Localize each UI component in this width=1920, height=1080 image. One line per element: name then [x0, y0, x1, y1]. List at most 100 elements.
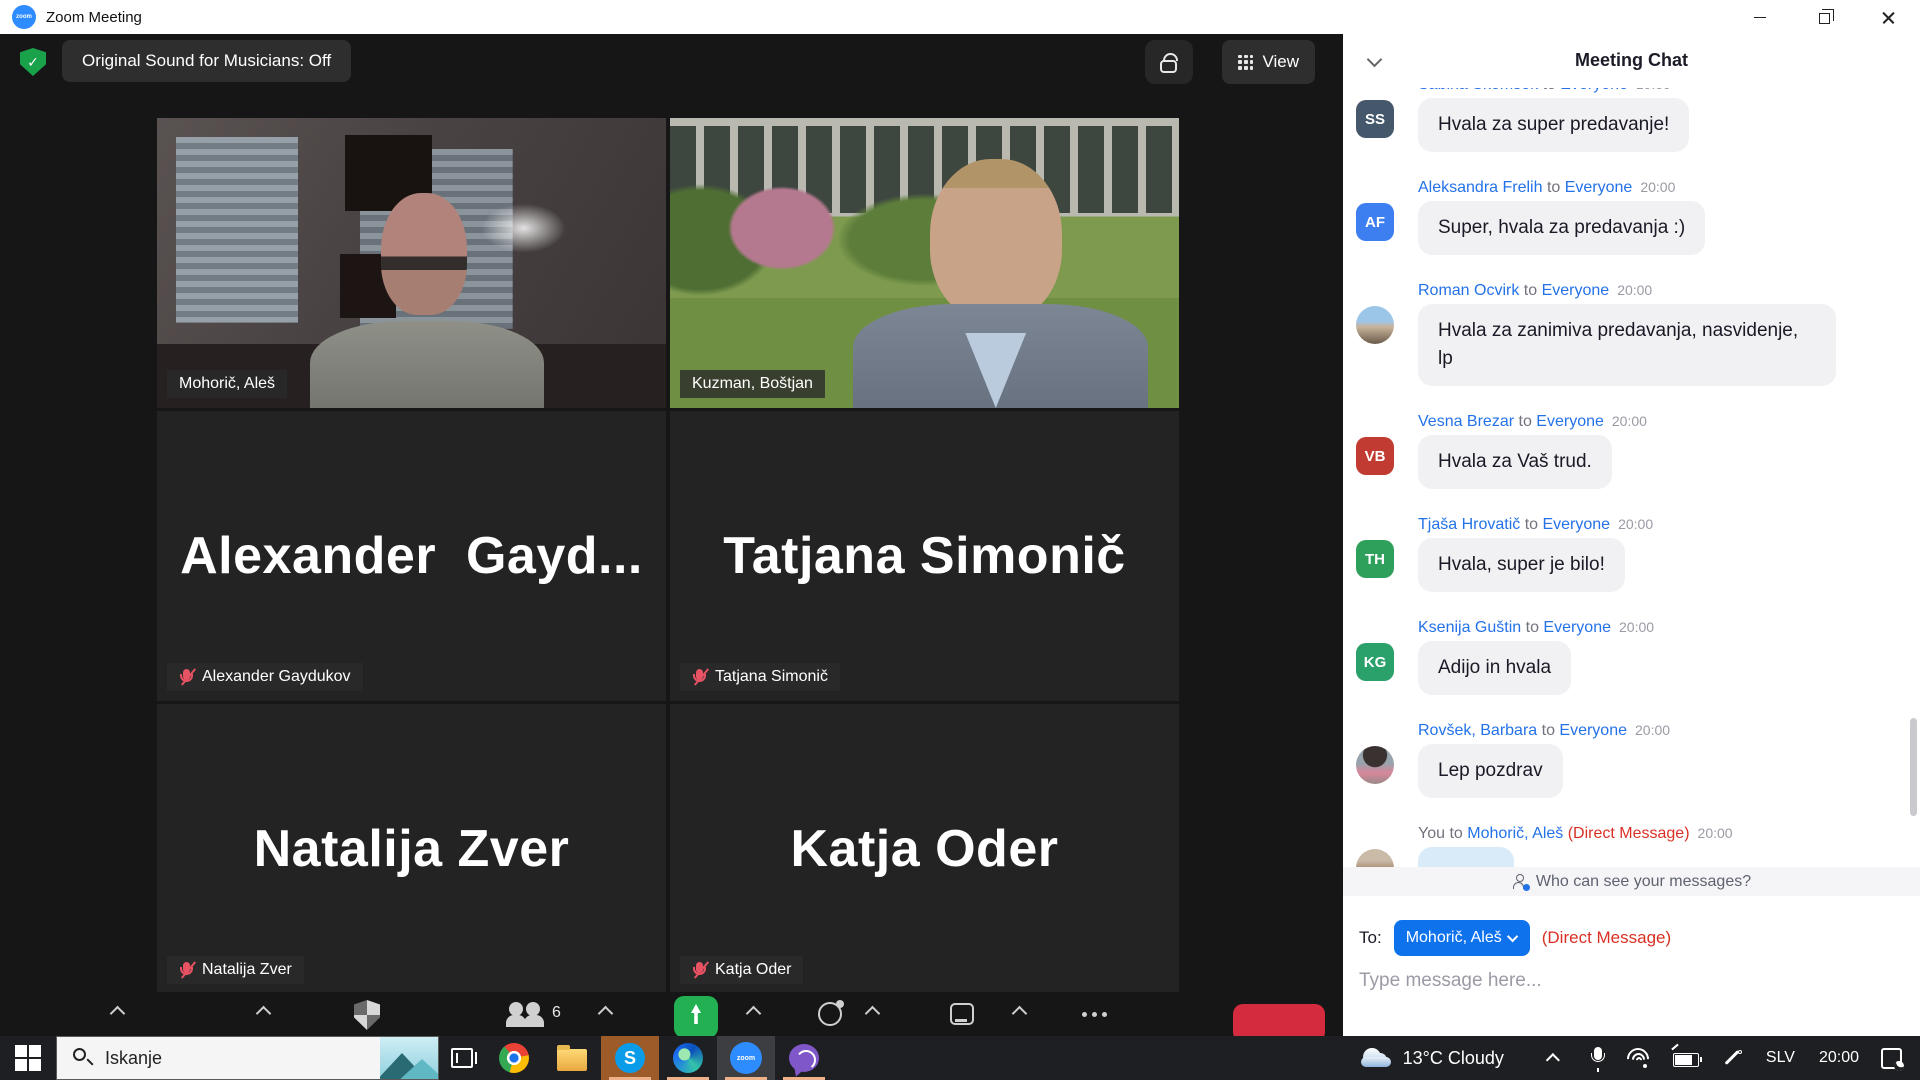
tray-language[interactable]: SLV [1766, 1049, 1795, 1067]
video-tile[interactable]: Katja Oder Katja Oder [670, 704, 1179, 994]
chat-message: SS Sabina Skomšek to Everyone19:59 Hvala… [1356, 88, 1920, 152]
message-sender[interactable]: Aleksandra Frelih [1418, 179, 1543, 196]
hidden-icons-chevron[interactable] [1546, 1053, 1560, 1067]
restore-button[interactable] [1792, 0, 1856, 34]
edge-icon [673, 1043, 703, 1073]
taskbar-skype[interactable]: S [601, 1036, 659, 1080]
muted-mic-icon [692, 668, 707, 686]
message-recipient[interactable]: Mohorič, Aleš [1467, 825, 1563, 842]
mute-button[interactable] [54, 998, 80, 1038]
record-chevron[interactable] [865, 1006, 881, 1022]
task-view-button[interactable] [439, 1036, 485, 1080]
security-shield-icon[interactable]: ✓ [20, 48, 46, 76]
recipient-dropdown[interactable]: Mohorič, Aleš [1394, 920, 1530, 956]
taskbar-edge[interactable] [659, 1036, 717, 1080]
taskbar-viber[interactable] [775, 1036, 833, 1080]
view-button[interactable]: View [1222, 40, 1315, 84]
direct-message-tag: (Direct Message) [1563, 825, 1689, 842]
more-button[interactable] [1082, 1012, 1107, 1017]
start-button[interactable] [0, 1036, 56, 1080]
video-tile[interactable]: Alexander Gayd... Alexander Gaydukov [157, 411, 666, 701]
muted-mic-icon [692, 961, 707, 979]
security-button[interactable] [354, 1000, 380, 1030]
chat-header: Meeting Chat [1343, 34, 1920, 88]
tray-clock[interactable]: 20:00 [1819, 1049, 1859, 1067]
tray-battery[interactable] [1673, 1049, 1699, 1067]
cast-button[interactable] [1145, 40, 1193, 84]
action-center-icon[interactable] [1881, 1048, 1902, 1069]
participant-name: Natalija Zver [202, 961, 292, 979]
message-time: 20:00 [1619, 619, 1654, 635]
video-tile[interactable]: Natalija Zver Natalija Zver [157, 704, 666, 994]
message-time: 20:00 [1617, 282, 1652, 298]
taskbar-zoom[interactable]: zoom [717, 1036, 775, 1080]
message-recipient[interactable]: Everyone [1559, 722, 1627, 739]
taskbar-chrome[interactable] [485, 1036, 543, 1080]
message-bubble: Super, hvala za predavanja :) [1418, 201, 1705, 255]
chat-scrollbar[interactable] [1910, 718, 1917, 816]
message-sender[interactable]: Vesna Brezar [1418, 413, 1514, 430]
video-feed [670, 118, 1179, 408]
message-recipient[interactable]: Everyone [1536, 413, 1604, 430]
system-tray: 13°C Cloudy SLV 20:00 [1359, 1036, 1920, 1080]
video-tile[interactable]: Tatjana Simonič Tatjana Simonič [670, 411, 1179, 701]
tray-microphone[interactable] [1591, 1047, 1605, 1069]
chat-message: VB Vesna Brezar to Everyone20:00 Hvala z… [1356, 413, 1920, 489]
search-weather-art [380, 1037, 438, 1079]
privacy-bar[interactable]: Who can see your messages? [1343, 867, 1920, 896]
muted-mic-icon [179, 961, 194, 979]
apps-button[interactable] [950, 1003, 974, 1025]
muted-mic-icon [179, 668, 194, 686]
taskbar-explorer[interactable] [543, 1036, 601, 1080]
mic-options-chevron[interactable] [110, 1006, 126, 1022]
minimize-button[interactable] [1728, 0, 1792, 34]
grid-view-icon [1238, 55, 1253, 70]
apps-chevron[interactable] [1012, 1006, 1028, 1022]
participant-nameplate: Mohorič, Aleš [167, 370, 287, 398]
viber-icon [789, 1044, 819, 1072]
participants-button[interactable] [509, 1002, 545, 1028]
share-options-chevron[interactable] [746, 1006, 762, 1022]
video-button[interactable] [189, 1004, 223, 1026]
record-button[interactable] [818, 1002, 842, 1026]
message-meta: Tjaša Hrovatič to Everyone20:00 [1418, 516, 1920, 534]
avatar: AF [1356, 203, 1394, 241]
message-input[interactable]: Type message here... [1359, 970, 1542, 992]
message-recipient[interactable]: Everyone [1565, 179, 1633, 196]
chat-message: AF Aleksandra Frelih to Everyone20:00 Su… [1356, 179, 1920, 255]
taskbar-weather[interactable]: 13°C Cloudy [1359, 1048, 1504, 1069]
chat-message: Rovšek, Barbara to Everyone20:00 Lep poz… [1356, 722, 1920, 798]
video-options-chevron[interactable] [256, 1006, 272, 1022]
window-title: Zoom Meeting [46, 9, 142, 26]
message-sender[interactable]: Rovšek, Barbara [1418, 722, 1537, 739]
message-sender[interactable]: Tjaša Hrovatič [1418, 516, 1520, 533]
message-recipient[interactable]: Everyone [1542, 282, 1610, 299]
video-tile[interactable]: Mohorič, Aleš [157, 118, 666, 408]
taskbar-search[interactable]: Iskanje [56, 1036, 439, 1080]
avatar: KG [1356, 643, 1394, 681]
message-recipient[interactable]: Everyone [1543, 619, 1611, 636]
message-sender[interactable]: Roman Ocvirk [1418, 282, 1519, 299]
participant-name: Alexander Gaydukov [202, 668, 351, 686]
chevron-down-icon [1507, 931, 1518, 942]
video-tile[interactable]: Kuzman, Boštjan [670, 118, 1179, 408]
share-screen-button[interactable] [674, 996, 718, 1038]
avatar [1356, 746, 1394, 784]
message-recipient[interactable]: Everyone [1542, 516, 1610, 533]
message-recipient[interactable]: Everyone [1560, 88, 1628, 93]
original-sound-button[interactable]: Original Sound for Musicians: Off [62, 40, 351, 82]
close-button[interactable] [1856, 0, 1920, 34]
message-bubble: Lep pozdrav [1418, 744, 1563, 798]
participant-nameplate: Natalija Zver [167, 956, 304, 984]
message-sender[interactable]: You [1418, 825, 1445, 842]
video-grid: Mohorič, Aleš Kuzman, Boštjan Alexander … [157, 118, 1179, 994]
message-sender[interactable]: Sabina Skomšek [1418, 88, 1538, 93]
avatar: VB [1356, 437, 1394, 475]
message-sender[interactable]: Ksenija Guštin [1418, 619, 1521, 636]
chrome-icon [499, 1043, 529, 1073]
tray-pen[interactable] [1721, 1047, 1743, 1069]
participants-chevron[interactable] [598, 1006, 614, 1022]
taskbar: Iskanje S zoom 13°C Cloudy SLV 20:00 [0, 1036, 1920, 1080]
tray-wifi[interactable] [1627, 1048, 1651, 1068]
message-bubble: Hvala za super predavanje! [1418, 98, 1689, 152]
